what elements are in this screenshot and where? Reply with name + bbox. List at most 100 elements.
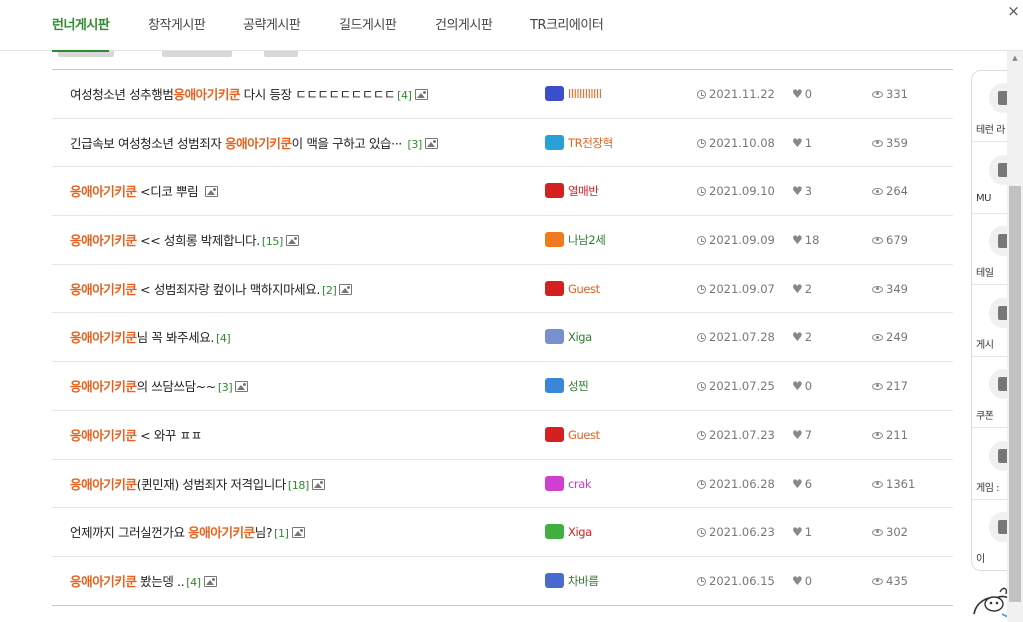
likes-count: 3 — [804, 184, 813, 199]
avatar — [545, 134, 564, 150]
avatar — [545, 524, 564, 540]
quick-menu-label: 테런 라 — [976, 125, 1005, 136]
post-author[interactable]: 열매반 — [545, 167, 599, 215]
board-tab-bar: 런너게시판 창작게시판 공략게시판 길드게시판 건의게시판 TR크리에이터 — [0, 0, 1023, 52]
post-title-link[interactable]: 응애아기키쿤 <디코 뿌림 — [70, 167, 218, 215]
heart-icon: ♥ — [792, 427, 803, 442]
eye-icon — [872, 91, 883, 98]
post-author[interactable]: TR전장혁 — [545, 119, 613, 167]
post-row[interactable]: 응애아기키쿤 << 성희롱 박제합니다. [15] 나남2세 2021.09.09 ♥ 1… — [52, 216, 953, 265]
date-text: 2021.07.28 — [709, 330, 775, 345]
tab-tr-creator[interactable]: TR크리에이터 — [530, 0, 604, 51]
post-title-link[interactable]: 응애아기키쿤의 쓰담쓰담~~ [3] — [70, 362, 249, 410]
comment-count[interactable]: [15] — [262, 235, 283, 248]
comment-count[interactable]: [4] — [397, 89, 412, 102]
tab-guide-board[interactable]: 공략게시판 — [243, 0, 301, 51]
comment-count[interactable]: [18] — [288, 479, 309, 492]
eye-icon — [872, 431, 883, 439]
comment-count[interactable]: [3] — [218, 381, 233, 394]
tab-runner-board[interactable]: 런너게시판 — [52, 0, 110, 52]
post-author[interactable]: Guest — [545, 411, 600, 459]
scroll-up-arrow-icon[interactable]: ▲ — [1007, 51, 1023, 65]
clock-icon — [697, 90, 706, 99]
post-row[interactable]: 응애아기키쿤(퀸민재) 성범죄자 저격입니다 [18] crak 2021.06.28… — [52, 460, 953, 509]
comment-count[interactable]: [1] — [274, 527, 289, 540]
post-date: 2021.09.09 — [697, 216, 775, 264]
likes-count: 2 — [804, 330, 813, 345]
post-date: 2021.07.28 — [697, 313, 775, 361]
comment-count[interactable]: [2] — [322, 284, 337, 297]
eye-icon — [872, 237, 883, 245]
post-author[interactable]: 차바름 — [545, 557, 599, 605]
title-text: 님? — [254, 525, 273, 541]
clock-icon — [697, 479, 706, 489]
title-text: <디코 뿌림 — [136, 184, 202, 200]
post-row[interactable]: 응애아기키쿤 < 성범죄자랑 컾이나 맥하지마세요. [2] Guest 2021.0… — [52, 265, 953, 314]
views-count: 1361 — [886, 476, 916, 491]
post-title-link[interactable]: 언제까지 그러실껀가요 응애아기키쿤님? [1] — [70, 508, 305, 556]
author-name: Guest — [568, 281, 600, 296]
post-title-link[interactable]: 응애아기키쿤님 꼭 봐주세요. [4] — [70, 313, 231, 361]
post-row[interactable]: 여성청소년 성추행범응애아기키쿤 다시 등장 ㄷㄷㄷㄷㄷㄷㄷㄷㄷ [4] lllll… — [52, 70, 953, 119]
comment-count[interactable]: [4] — [186, 576, 201, 589]
post-likes: ♥ 2 — [792, 265, 812, 313]
clock-icon — [697, 236, 706, 246]
views-count: 679 — [886, 233, 908, 248]
post-author[interactable]: llllllllllll — [545, 70, 602, 118]
post-row[interactable]: 응애아기키쿤님 꼭 봐주세요. [4] Xiga 2021.07.28 ♥ 2 249 — [52, 313, 953, 363]
title-text: 의 쓰담쓰담~~ — [136, 379, 217, 395]
image-attached-icon — [285, 235, 299, 247]
post-row[interactable]: 응애아기키쿤 < 와꾸 ㅍㅍ Guest 2021.07.23 ♥ 7 211 — [52, 411, 953, 460]
post-title-link[interactable]: 여성청소년 성추행범응애아기키쿤 다시 등장 ㄷㄷㄷㄷㄷㄷㄷㄷㄷ [4] — [70, 70, 428, 118]
author-name: Guest — [568, 427, 600, 442]
comment-count[interactable]: [4] — [216, 332, 231, 345]
post-row[interactable]: 응애아기키쿤 <디코 뿌림 열매반 2021.09.10 ♥ 3 264 — [52, 167, 953, 217]
post-author[interactable]: 성찐 — [545, 362, 589, 410]
likes-count: 18 — [804, 233, 820, 248]
title-text: 여성청소년 성추행범 — [70, 87, 174, 102]
post-title-link[interactable]: 응애아기키쿤(퀸민재) 성범죄자 저격입니다 [18] — [70, 460, 325, 508]
comment-count[interactable]: [3] — [407, 138, 422, 151]
post-author[interactable]: Xiga — [545, 313, 592, 361]
likes-count: 0 — [804, 379, 813, 394]
title-text: < 와꾸 ㅍㅍ — [136, 427, 202, 443]
post-likes: ♥ 3 — [792, 167, 812, 215]
eye-icon — [872, 480, 883, 488]
post-row[interactable]: 응애아기키쿤의 쓰담쓰담~~ [3] 성찐 2021.07.25 ♥ 0 217 — [52, 362, 953, 411]
title-keyword: 응애아기키쿤 — [70, 233, 137, 249]
post-row[interactable]: 응애아기키쿤 봤는뎅 .. [4] 차바름 2021.06.15 ♥ 0 435 — [52, 557, 953, 606]
post-row[interactable]: 긴급속보 여성청소년 성범죄자 응애아기키쿤이 맥을 구하고 있습··· [3]… — [52, 119, 953, 168]
post-title-link[interactable]: 응애아기키쿤 < 와꾸 ㅍㅍ — [70, 411, 202, 459]
heart-icon: ♥ — [792, 281, 803, 296]
post-title-link[interactable]: 응애아기키쿤 봤는뎅 .. [4] — [70, 557, 217, 605]
post-row[interactable]: 언제까지 그러실껀가요 응애아기키쿤님? [1] Xiga 2021.06.23 ♥ 1 3… — [52, 508, 953, 557]
title-keyword: 응애아기키쿤 — [70, 330, 137, 346]
eye-icon — [872, 139, 883, 147]
avatar — [545, 183, 564, 199]
post-title-link[interactable]: 긴급속보 여성청소년 성범죄자 응애아기키쿤이 맥을 구하고 있습··· [3] — [70, 119, 438, 167]
post-author[interactable]: Xiga — [545, 508, 592, 556]
post-author[interactable]: Guest — [545, 265, 600, 313]
tab-suggestion-board[interactable]: 건의게시판 — [435, 0, 493, 51]
likes-count: 2 — [804, 281, 813, 296]
image-attached-icon — [291, 527, 305, 539]
scrollbar-thumb[interactable] — [1009, 186, 1021, 602]
post-views: 349 — [872, 265, 908, 313]
date-text: 2021.07.23 — [709, 427, 775, 442]
tab-label: 공략게시판 — [243, 18, 301, 33]
post-title-link[interactable]: 응애아기키쿤 << 성희롱 박제합니다. [15] — [70, 216, 299, 264]
post-author[interactable]: 나남2세 — [545, 216, 606, 264]
author-name: crak — [568, 476, 592, 491]
avatar — [545, 232, 564, 248]
post-likes: ♥ 0 — [792, 70, 812, 118]
post-views: 679 — [872, 216, 908, 264]
post-author[interactable]: crak — [545, 460, 592, 508]
post-views: 359 — [872, 119, 908, 167]
post-views: 435 — [872, 557, 908, 605]
close-icon[interactable]: × — [1004, 1, 1023, 22]
tab-creation-board[interactable]: 창작게시판 — [148, 0, 206, 51]
views-count: 302 — [886, 525, 908, 540]
post-title-link[interactable]: 응애아기키쿤 < 성범죄자랑 컾이나 맥하지마세요. [2] — [70, 265, 353, 313]
tab-guild-board[interactable]: 길드게시판 — [339, 0, 397, 51]
date-text: 2021.09.09 — [709, 233, 775, 248]
